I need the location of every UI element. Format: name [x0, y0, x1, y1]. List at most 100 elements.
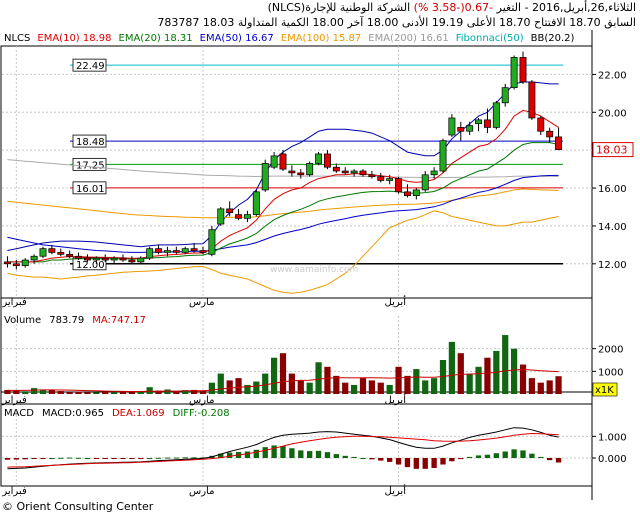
volume-bar	[262, 373, 269, 394]
macd-histogram-bar	[307, 451, 313, 458]
candle-body	[306, 163, 314, 176]
footer-copyright: © Orient Consulting Center	[2, 500, 154, 513]
macd-histogram-bar	[351, 456, 357, 458]
macd-histogram-bar	[191, 457, 197, 459]
volume-bar	[253, 381, 260, 394]
macd-legend-diff: DIFF:-0.208	[172, 408, 230, 419]
volume-bar	[475, 366, 482, 394]
x-axis-label: فبراير	[1, 486, 27, 497]
candle-body	[217, 208, 225, 225]
volume-bar	[93, 392, 100, 394]
macd-histogram-bar	[315, 450, 322, 458]
macd-histogram-bar	[431, 458, 437, 468]
volume-bar	[368, 380, 375, 394]
candle-body	[537, 117, 545, 132]
volume-bar	[511, 348, 518, 394]
volume-bar	[279, 353, 287, 394]
candle-body	[181, 248, 189, 253]
macd-histogram-bar	[360, 458, 366, 459]
x-axis-label: فبراير	[1, 297, 27, 308]
volume-unit-label: x1K	[595, 385, 614, 396]
macd-histogram-bar	[13, 458, 19, 460]
macd-histogram-bar	[387, 458, 393, 462]
volume-bar	[226, 380, 233, 394]
volume-bar	[484, 357, 491, 394]
macd-histogram-bar	[31, 458, 37, 459]
macd-histogram-bar	[40, 458, 46, 459]
candle-body	[252, 191, 260, 215]
candle-body	[386, 178, 394, 181]
macd-legend-macd: MACD:0.965	[41, 408, 104, 419]
macd-histogram-bar	[4, 458, 11, 460]
candle-body	[128, 259, 136, 263]
volume-bar	[199, 390, 207, 394]
candle-body	[323, 153, 331, 168]
macd-tick-label: 1.000	[598, 432, 627, 443]
price-tick-label: 12.00	[598, 260, 627, 271]
volume-bar	[75, 391, 82, 394]
candle-body	[199, 250, 207, 253]
candle-body	[475, 119, 483, 125]
candle-body	[21, 259, 29, 267]
volume-bar	[217, 373, 224, 394]
macd-histogram-bar	[440, 458, 446, 465]
volume-bar	[324, 366, 331, 394]
macd-histogram-bar	[58, 457, 64, 459]
macd-histogram-bar	[449, 458, 455, 462]
macd-histogram-bar	[22, 458, 28, 460]
volume-bar	[342, 382, 349, 394]
x-axis-label: فبراير	[1, 395, 27, 406]
candle-body	[483, 119, 491, 128]
candle-body	[226, 208, 234, 214]
macd-histogram-bar	[49, 458, 55, 459]
candle-body	[403, 191, 411, 196]
volume-bar	[377, 382, 384, 394]
volume-bar	[466, 373, 473, 394]
candle-body	[457, 127, 465, 132]
volume-bar	[57, 391, 64, 394]
volume-bar	[22, 391, 29, 394]
macd-legend-dea: DEA:1.069	[111, 408, 165, 419]
macd-histogram-bar	[413, 458, 419, 469]
macd-histogram-bar	[502, 451, 508, 458]
volume-bar	[31, 388, 38, 394]
volume-bar	[555, 376, 562, 394]
volume-legend-value: 783.79	[49, 315, 85, 326]
volume-bar	[386, 384, 393, 394]
volume-bar	[404, 375, 411, 394]
volume-bar	[422, 380, 429, 394]
macd-histogram-bar	[289, 448, 295, 458]
volume-tick-label: 2000	[598, 345, 623, 356]
candle-body	[235, 214, 243, 219]
volume-legend-label: Volume	[4, 315, 42, 326]
volume-bar	[39, 390, 47, 394]
volume-bar	[288, 373, 295, 394]
volume-bar	[271, 357, 278, 394]
macd-histogram-bar	[253, 449, 259, 458]
candle-body	[270, 155, 278, 168]
macd-histogram-bar	[93, 458, 99, 459]
macd-histogram-bar	[404, 458, 411, 468]
candle-body	[163, 250, 171, 253]
candle-body	[528, 81, 536, 119]
macd-histogram-bar	[520, 450, 526, 458]
candle-body	[30, 255, 38, 261]
candle-body	[137, 257, 145, 263]
candle-body	[439, 140, 447, 172]
macd-histogram-bar	[324, 452, 331, 458]
volume-bar	[111, 392, 118, 394]
volume-bar	[351, 384, 358, 394]
macd-histogram-bar	[164, 457, 171, 459]
macd-histogram-bar	[102, 458, 108, 459]
candle-body	[297, 172, 305, 176]
macd-histogram-bar	[129, 458, 135, 459]
volume-bar	[315, 362, 322, 394]
price-tick-label: 20.00	[598, 108, 627, 119]
volume-bar	[306, 382, 313, 394]
volume-bar	[395, 366, 402, 394]
macd-histogram-bar	[378, 458, 384, 461]
candle-body	[75, 255, 83, 259]
macd-histogram-bar	[458, 458, 464, 460]
volume-bar	[333, 375, 340, 394]
volume-bar	[359, 378, 367, 394]
